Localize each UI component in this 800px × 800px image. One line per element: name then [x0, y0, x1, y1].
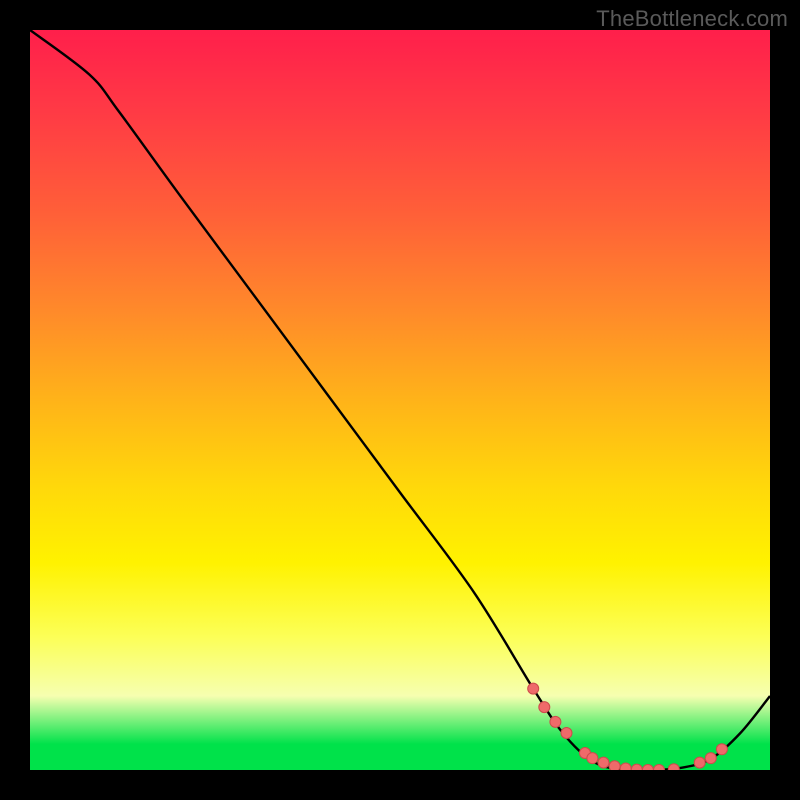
marker-dot — [609, 761, 620, 770]
marker-group — [528, 683, 728, 770]
marker-dot — [705, 753, 716, 764]
watermark-text: TheBottleneck.com — [596, 6, 788, 32]
marker-dot — [539, 702, 550, 713]
marker-dot — [654, 765, 665, 771]
plot-area — [30, 30, 770, 770]
marker-dot — [694, 757, 705, 768]
marker-dot — [587, 753, 598, 764]
marker-dot — [716, 744, 727, 755]
chart-svg — [30, 30, 770, 770]
marker-dot — [631, 764, 642, 770]
curve-line — [30, 30, 770, 770]
marker-dot — [598, 757, 609, 768]
marker-dot — [528, 683, 539, 694]
marker-dot — [620, 763, 631, 770]
marker-dot — [668, 764, 679, 770]
marker-dot — [561, 728, 572, 739]
marker-dot — [642, 765, 653, 771]
outer-black-frame: TheBottleneck.com — [0, 0, 800, 800]
marker-dot — [550, 716, 561, 727]
